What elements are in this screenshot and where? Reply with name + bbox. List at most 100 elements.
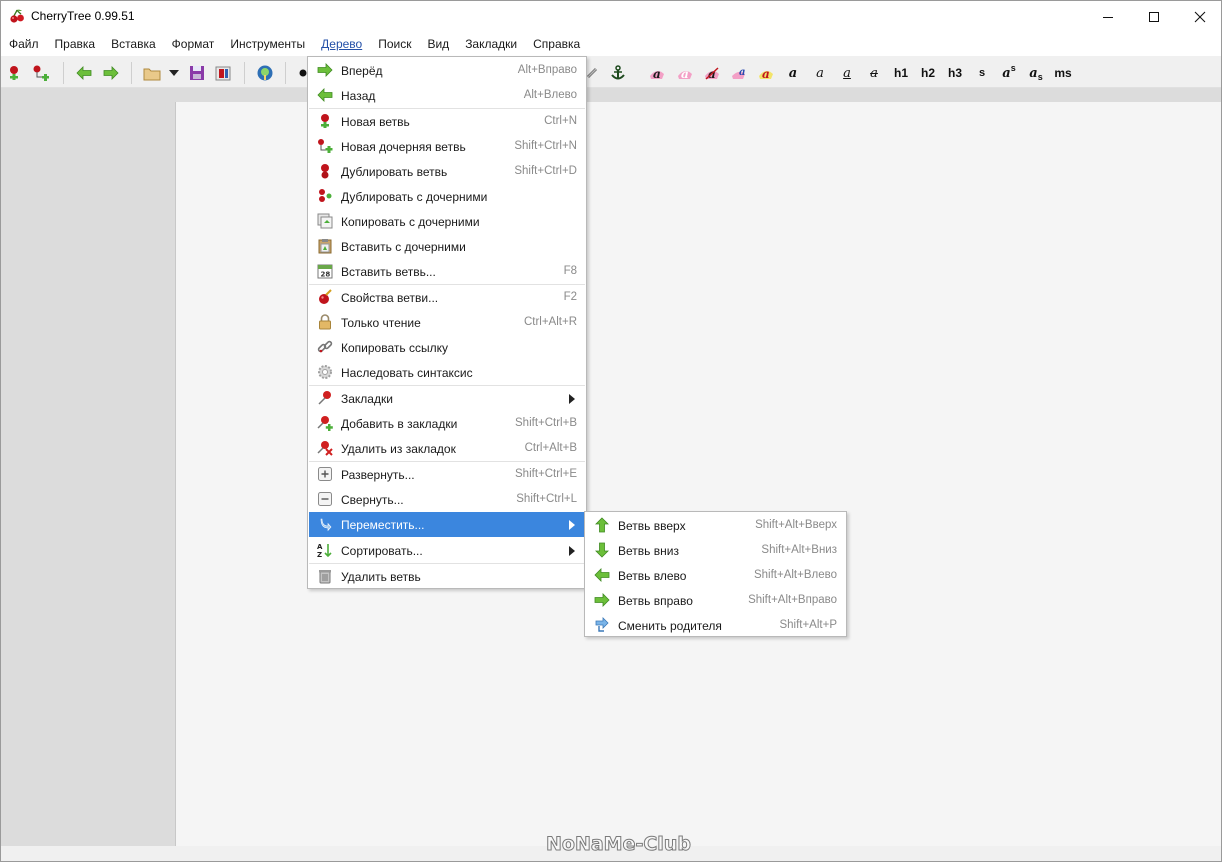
change-parent-icon [595,617,609,632]
tree-panel[interactable] [1,88,175,846]
menu-item-inherit-syntax[interactable]: Наследовать синтаксис [309,360,585,385]
menu-item-back[interactable]: Назад Alt+Влево [309,83,585,108]
save-button[interactable] [186,62,208,84]
menu-tools[interactable]: Инструменты [222,32,313,56]
menu-insert[interactable]: Вставка [103,32,164,56]
arrow-right-icon [594,593,610,607]
menu-item-label: Добавить в закладки [341,417,458,431]
background-color-button[interactable]: a [674,62,696,84]
menu-item-label: Сортировать... [341,544,423,558]
recent-files-dropdown[interactable] [163,62,185,84]
menu-item-label: Развернуть... [341,468,415,482]
subscript-button[interactable]: as [1025,62,1047,84]
subscript-base: a [1029,65,1038,81]
menu-item-forward[interactable]: Вперёд Alt+Вправо [309,58,585,83]
menu-item-copy-link[interactable]: Копировать ссылку [309,335,585,360]
menu-item-insert-node[interactable]: 28 Вставить ветвь... F8 [309,259,585,284]
menu-item-new-child-node[interactable]: Новая дочерняя ветвь Shift+Ctrl+N [309,134,585,159]
superscript-button[interactable]: as [998,62,1020,84]
maximize-icon [1149,11,1159,22]
menu-view[interactable]: Вид [419,32,457,56]
menu-item-read-only[interactable]: Только чтение Ctrl+Alt+R [309,310,585,335]
bold-button[interactable]: a [782,62,804,84]
arrow-down-icon [595,542,609,558]
node-add-icon [10,66,18,80]
tree-menu-dropdown: Вперёд Alt+Вправо Назад Alt+Влево Новая … [307,56,587,589]
strikethrough-button[interactable]: a [863,62,885,84]
insert-anchor-button[interactable] [607,62,629,84]
maximize-button[interactable] [1131,1,1177,32]
menu-edit[interactable]: Правка [47,32,104,56]
underline-button[interactable]: a [836,62,858,84]
collapse-icon [318,492,332,506]
menu-item-duplicate-node[interactable]: Дублировать ветвь Shift+Ctrl+D [309,159,585,184]
menu-item-shortcut: Ctrl+Alt+B [524,442,577,454]
subscript-mark: s [1037,72,1043,82]
node-properties-icon [319,289,332,304]
toolbar-separator [244,62,245,84]
format-letter: a [653,67,661,81]
small-text-button[interactable]: s [971,62,993,84]
menu-item-delete-node[interactable]: Удалить ветвь [309,564,585,589]
menu-item-expand[interactable]: Развернуть... Shift+Ctrl+E [309,462,585,487]
go-forward-button[interactable] [100,62,122,84]
heading-3-button[interactable]: h3 [944,62,966,84]
menu-bookmarks[interactable]: Закладки [457,32,525,56]
menu-help[interactable]: Справка [525,32,588,56]
text-color-button[interactable]: a [646,62,668,84]
open-file-button[interactable] [141,62,163,84]
remove-formatting-button[interactable]: a [701,62,723,84]
menu-item-node-properties[interactable]: Свойства ветви... F2 [309,285,585,310]
menu-item-copy-subtree[interactable]: Копировать с дочерними [309,209,585,234]
arrow-left-icon [594,568,610,582]
menu-item-node-down[interactable]: Ветвь вниз Shift+Alt+Вниз [586,538,845,563]
new-child-node-button[interactable] [31,62,53,84]
find-button[interactable] [254,62,276,84]
menu-item-sort[interactable]: AZ Сортировать... [309,538,585,563]
arrow-up-icon [595,517,609,533]
svg-text:28: 28 [321,271,331,279]
go-back-button[interactable] [73,62,95,84]
menu-item-change-parent[interactable]: Сменить родителя Shift+Alt+P [586,613,845,638]
menu-item-node-right[interactable]: Ветвь вправо Shift+Alt+Вправо [586,588,845,613]
menu-file[interactable]: Файл [1,32,47,56]
menu-item-label: Ветвь вниз [618,544,679,558]
menu-item-new-node[interactable]: Новая ветвь Ctrl+N [309,109,585,134]
menu-item-label: Ветвь вправо [618,594,693,608]
monospace-button[interactable]: ms [1052,62,1074,84]
menu-item-label: Ветвь вверх [618,519,686,533]
heading-2-button[interactable]: h2 [917,62,939,84]
menu-item-label: Сменить родителя [618,619,722,633]
menu-item-bookmarks[interactable]: Закладки [309,386,585,411]
menu-item-add-bookmark[interactable]: Добавить в закладки Shift+Ctrl+B [309,411,585,436]
menu-item-move[interactable]: Переместить... [309,512,585,537]
menu-item-duplicate-subtree[interactable]: Дублировать с дочерними [309,184,585,209]
italic-button[interactable]: a [809,62,831,84]
yellow-highlight-button[interactable]: a [755,62,777,84]
svg-text:A: A [317,543,323,551]
menu-format[interactable]: Формат [164,32,223,56]
minimize-button[interactable] [1085,1,1131,32]
small-highlight-button[interactable]: a [728,62,750,84]
menu-item-node-up[interactable]: Ветвь вверх Shift+Alt+Вверх [586,513,845,538]
menu-item-node-left[interactable]: Ветвь влево Shift+Alt+Влево [586,563,845,588]
folder-icon [143,68,161,81]
close-button[interactable] [1177,1,1222,32]
child-node-add-icon [33,65,49,81]
format-letter: a [762,67,770,81]
app-window: CherryTree 0.99.51 Файл Правка Вставка Ф… [0,0,1222,862]
menu-search[interactable]: Поиск [370,32,419,56]
menu-item-collapse[interactable]: Свернуть... Shift+Ctrl+L [309,487,585,512]
export-button[interactable] [212,62,234,84]
menu-item-label: Ветвь влево [618,569,687,583]
menu-item-label: Копировать ссылку [341,341,448,355]
menu-item-remove-bookmark[interactable]: Удалить из закладок Ctrl+Alt+B [309,436,585,461]
heading-1-button[interactable]: h1 [890,62,912,84]
menu-item-paste-subtree[interactable]: Вставить с дочерними [309,234,585,259]
menu-item-shortcut: Shift+Alt+Влево [753,569,837,581]
svg-text:Z: Z [317,551,322,558]
new-node-button[interactable] [3,62,25,84]
menu-tree[interactable]: Дерево [313,32,370,56]
submenu-arrow-icon [569,520,575,530]
menu-item-label: Дублировать ветвь [341,165,448,179]
